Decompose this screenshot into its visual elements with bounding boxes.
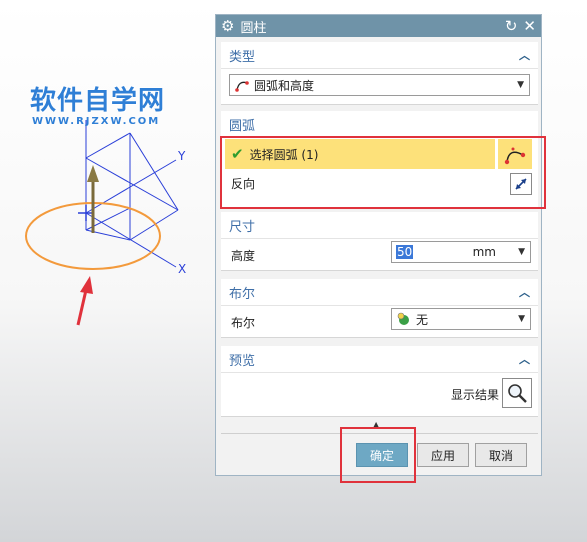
section-boolean-header[interactable]: 布尔 ︿ <box>221 279 538 306</box>
axis-x-label: X <box>178 262 186 276</box>
chevron-down-icon: ▼ <box>518 314 525 324</box>
section-dimensions-header[interactable]: 尺寸 <box>221 212 538 239</box>
height-label: 高度 <box>231 249 256 263</box>
callout-arrow-icon <box>76 276 93 326</box>
boolean-select-value: 无 <box>416 312 429 327</box>
chevron-down-icon: ▼ <box>517 80 524 90</box>
chevron-up-icon: ︿ <box>519 286 530 299</box>
section-type-title: 类型 <box>229 49 256 65</box>
boolean-label: 布尔 <box>231 316 256 330</box>
datum-csys <box>85 120 179 268</box>
reset-icon[interactable]: ↻ <box>505 15 518 37</box>
chevron-up-icon: ︿ <box>519 353 530 366</box>
arc-type-icon <box>235 81 249 92</box>
close-icon[interactable]: ✕ <box>523 15 536 37</box>
watermark-title: 软件自学网 <box>30 86 166 116</box>
viewport-graphics: Y X <box>25 120 186 326</box>
section-preview-header[interactable]: 预览 ︿ <box>221 346 538 373</box>
dialog-title: 圆柱 <box>240 20 267 36</box>
section-preview-title: 预览 <box>229 353 256 369</box>
graphics-viewport[interactable]: Y X 软件自学网 WWW.RJZXW.COM <box>0 0 215 542</box>
callout-box-arc <box>220 136 546 209</box>
section-preview: 预览 ︿ 显示结果 <box>221 346 538 417</box>
section-dimensions: 尺寸 高度 50 mm ▼ <box>221 212 538 271</box>
boolean-select[interactable]: 无 ▼ <box>391 308 531 330</box>
height-value: 50 <box>396 245 414 259</box>
cancel-button[interactable]: 取消 <box>475 443 527 467</box>
dialog-titlebar[interactable]: ⚙ 圆柱 ↻ ✕ <box>216 15 541 37</box>
direction-vector-icon[interactable] <box>87 165 99 233</box>
section-arc-header[interactable]: 圆弧 <box>221 111 538 138</box>
section-boolean: 布尔 ︿ 布尔 无 ▼ <box>221 279 538 338</box>
boolean-none-icon <box>397 312 409 325</box>
axis-y-label: Y <box>177 149 186 163</box>
height-unit: mm <box>472 245 496 259</box>
show-result-button[interactable] <box>502 378 532 408</box>
callout-box-ok <box>340 427 416 483</box>
watermark-url: WWW.RJZXW.COM <box>32 116 161 127</box>
type-select-value: 圆弧和高度 <box>254 78 315 93</box>
gear-icon: ⚙ <box>221 17 235 35</box>
cylinder-dialog: ⚙ 圆柱 ↻ ✕ 类型 ︿ 圆弧和高度 ▼ 圆弧 ✔ 选择圆弧 (1) 反向 尺… <box>215 14 542 476</box>
magnifier-icon <box>508 384 527 403</box>
chevron-up-icon: ︿ <box>519 49 530 62</box>
apply-button[interactable]: 应用 <box>417 443 469 467</box>
height-input[interactable]: 50 mm ▼ <box>391 241 531 263</box>
section-boolean-title: 布尔 <box>229 286 256 302</box>
show-result-label: 显示结果 <box>451 388 500 402</box>
section-type: 类型 ︿ 圆弧和高度 ▼ <box>221 42 538 105</box>
section-arc-title: 圆弧 <box>229 118 256 134</box>
watermark: 软件自学网 WWW.RJZXW.COM <box>30 86 165 127</box>
section-dimensions-title: 尺寸 <box>229 219 256 235</box>
type-select[interactable]: 圆弧和高度 ▼ <box>229 74 530 96</box>
section-type-header[interactable]: 类型 ︿ <box>221 42 538 69</box>
chevron-down-icon[interactable]: ▼ <box>518 247 525 257</box>
